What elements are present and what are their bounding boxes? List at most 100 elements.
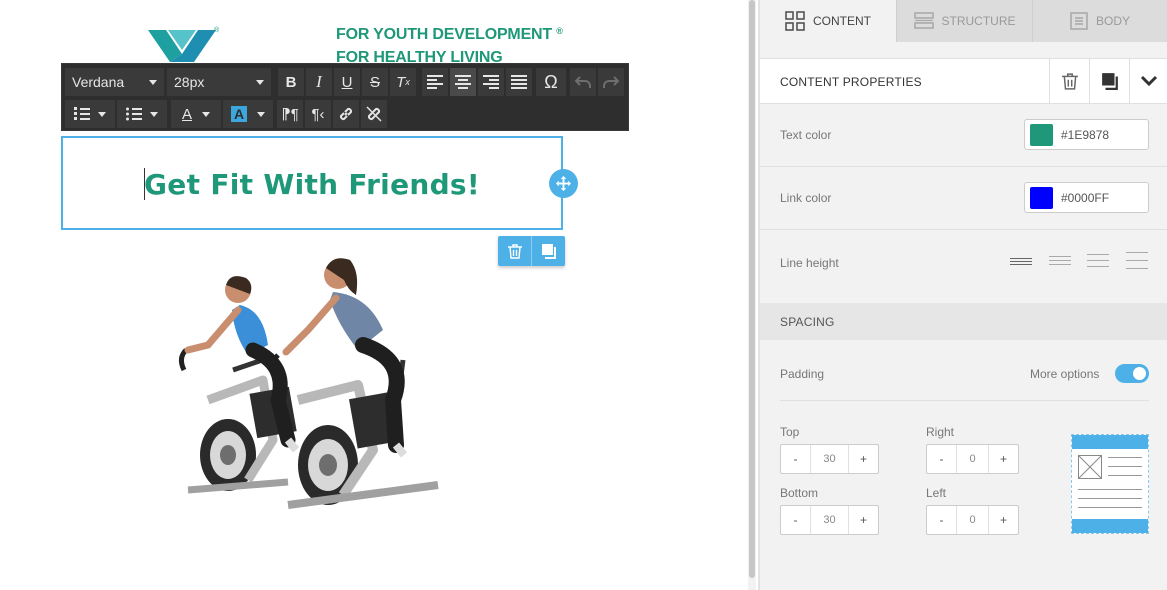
padding-top-stepper: - 30 + <box>780 444 879 474</box>
italic-button[interactable]: I <box>306 68 332 96</box>
text-color-swatch[interactable] <box>1030 124 1053 146</box>
underline-button[interactable]: U <box>334 68 360 96</box>
duplicate-block-button[interactable] <box>532 236 565 266</box>
move-icon <box>556 176 571 191</box>
align-right-icon <box>483 75 499 89</box>
rich-text-toolbar: Verdana 28px B I U S Tx Ω A A ⁋¶ ¶‹ <box>61 63 629 131</box>
align-justify-button[interactable] <box>506 68 532 96</box>
numbered-list-icon <box>74 107 90 120</box>
chevron-down-icon <box>202 111 210 117</box>
tab-content[interactable]: CONTENT <box>760 0 896 42</box>
padding-bottom-decrement[interactable]: - <box>781 506 810 534</box>
align-justify-icon <box>511 75 527 89</box>
padding-top-decrement[interactable]: - <box>781 445 810 473</box>
padding-bottom-stepper: - 30 + <box>780 505 879 535</box>
headline-text[interactable]: Get Fit With Friends! <box>63 168 561 201</box>
align-left-button[interactable] <box>422 68 448 96</box>
bulleted-list-button[interactable] <box>117 100 167 128</box>
numbered-list-button[interactable] <box>65 100 115 128</box>
padding-label: Padding <box>780 367 825 381</box>
padding-left-value[interactable]: 0 <box>956 506 989 534</box>
text-color-icon: A <box>181 105 192 123</box>
undo-button[interactable] <box>570 68 596 96</box>
selected-text-block[interactable]: Get Fit With Friends! <box>61 136 563 230</box>
line-height-compact-icon[interactable] <box>1010 258 1032 265</box>
bold-button[interactable]: B <box>278 68 304 96</box>
padding-left-stepper: - 0 + <box>926 505 1019 535</box>
duplicate-content-button[interactable] <box>1089 59 1129 103</box>
grid-icon <box>785 11 805 31</box>
image-placeholder-icon <box>1078 455 1102 479</box>
redo-icon <box>603 76 619 88</box>
move-block-handle[interactable] <box>549 169 578 198</box>
strikethrough-button[interactable]: S <box>362 68 388 96</box>
padding-separator <box>780 400 1149 401</box>
padding-top-value[interactable]: 30 <box>810 445 849 473</box>
padding-bottom-increment[interactable]: + <box>849 506 878 534</box>
padding-top-indicator <box>1072 435 1148 449</box>
undo-icon <box>575 76 591 88</box>
spacing-header: SPACING <box>760 303 1167 340</box>
canvas-scrollbar[interactable] <box>748 0 756 590</box>
more-options-label: More options <box>1030 367 1100 381</box>
collapse-section-button[interactable] <box>1129 59 1167 103</box>
text-color-button[interactable]: A <box>171 100 221 128</box>
padding-right-decrement[interactable]: - <box>927 445 956 473</box>
redo-button[interactable] <box>598 68 624 96</box>
scrollbar-thumb[interactable] <box>749 0 755 578</box>
unlink-button[interactable] <box>361 100 387 128</box>
clear-format-button[interactable]: Tx <box>390 68 416 96</box>
padding-right-value[interactable]: 0 <box>956 445 989 473</box>
padding-top-increment[interactable]: + <box>849 445 878 473</box>
text-color-value[interactable]: #1E9878 <box>1061 128 1109 142</box>
rows-icon <box>913 12 934 29</box>
link-color-row: Link color #0000FF <box>760 167 1167 230</box>
more-options-toggle[interactable] <box>1115 364 1149 383</box>
font-size-select[interactable]: 28px <box>167 68 271 96</box>
section-title: CONTENT PROPERTIES <box>780 75 922 89</box>
email-canvas: ® FOR YOUTH DEVELOPMENT ® FOR HEALTHY LI… <box>0 0 748 590</box>
align-center-icon <box>455 75 471 89</box>
line-height-normal-icon[interactable] <box>1049 256 1071 265</box>
background-color-button[interactable]: A <box>223 100 273 128</box>
chevron-down-icon <box>1140 75 1157 87</box>
padding-bottom-value[interactable]: 30 <box>810 506 849 534</box>
padding-bottom-label: Bottom <box>780 486 819 500</box>
tab-body[interactable]: BODY <box>1032 0 1167 42</box>
text-cursor <box>144 168 145 200</box>
bulleted-list-icon <box>126 107 142 121</box>
ltr-direction-button[interactable]: ⁋¶ <box>277 100 303 128</box>
font-family-select[interactable]: Verdana <box>65 68 164 96</box>
link-icon <box>339 107 353 121</box>
align-right-button[interactable] <box>478 68 504 96</box>
line-height-loose-icon[interactable] <box>1126 252 1148 269</box>
spin-bike-right-icon <box>270 353 439 509</box>
block-actions-bar <box>498 236 565 266</box>
text-color-picker[interactable]: #1E9878 <box>1024 119 1149 150</box>
line-height-label: Line height <box>780 256 839 270</box>
tagline-line-1: FOR YOUTH DEVELOPMENT ® <box>336 26 563 43</box>
padding-left-decrement[interactable]: - <box>927 506 956 534</box>
properties-panel: CONTENT STRUCTURE BODY CONTENT PROPERTIE… <box>760 0 1167 590</box>
fitness-image[interactable] <box>168 250 448 535</box>
ymca-logo-icon <box>148 30 216 62</box>
align-center-button[interactable] <box>450 68 476 96</box>
special-character-button[interactable]: Ω <box>536 68 566 96</box>
rtl-direction-button[interactable]: ¶‹ <box>305 100 331 128</box>
link-color-value[interactable]: #0000FF <box>1061 191 1109 205</box>
link-button[interactable] <box>333 100 359 128</box>
link-color-picker[interactable]: #0000FF <box>1024 182 1149 213</box>
padding-left-increment[interactable]: + <box>989 506 1018 534</box>
padding-bottom-indicator <box>1072 519 1148 533</box>
padding-right-stepper: - 0 + <box>926 444 1019 474</box>
delete-block-button[interactable] <box>498 236 531 266</box>
text-color-row: Text color #1E9878 <box>760 104 1167 167</box>
tab-structure[interactable]: STRUCTURE <box>896 0 1032 42</box>
delete-content-button[interactable] <box>1049 59 1089 103</box>
link-color-swatch[interactable] <box>1030 187 1053 209</box>
padding-right-increment[interactable]: + <box>989 445 1018 473</box>
padding-left-label: Left <box>926 486 947 500</box>
chevron-down-icon <box>150 111 158 117</box>
content-properties-header: CONTENT PROPERTIES <box>760 58 1167 104</box>
line-height-relaxed-icon[interactable] <box>1087 254 1109 267</box>
